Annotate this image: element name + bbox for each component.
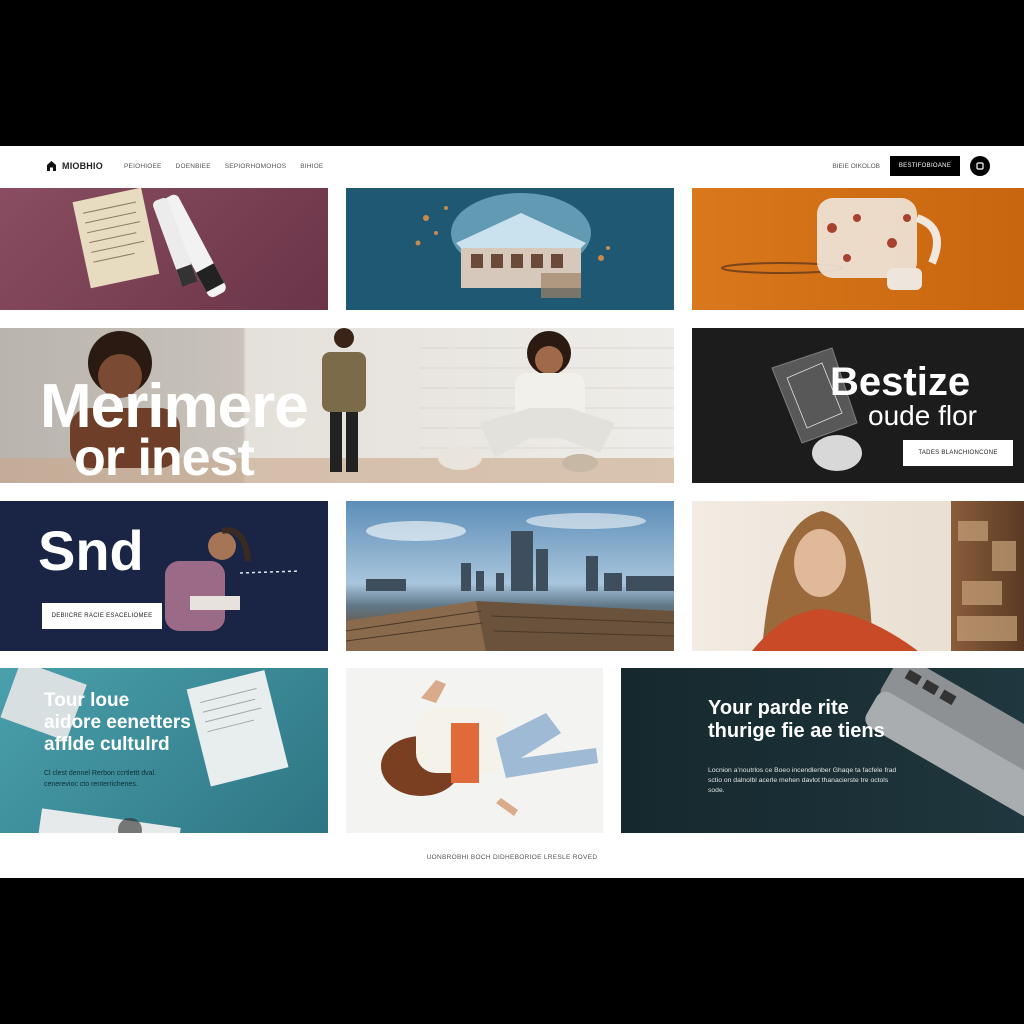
tile-house-photo[interactable] <box>346 188 674 310</box>
promo-dark-title-line2: oude flor <box>868 400 977 431</box>
tile-lying-woman-photo[interactable] <box>346 668 603 833</box>
promo-dark-banner[interactable]: Bestize oude flor TADES BLANCHIONCONE <box>692 328 1024 483</box>
dark-feature-card[interactable]: Your parde rite thurige fie ae tiens Loc… <box>621 668 1024 833</box>
footer-copyright: UONBROBHI BOCH DIDHEBORIOE LRESLE ROVED <box>426 854 598 861</box>
city-pier-image <box>346 513 674 651</box>
nav-link-3[interactable]: SEPIORHOMOHOS <box>225 163 286 170</box>
dark-card-body-line2: sctio on dalnolbl acerle mehen davlot th… <box>708 777 889 785</box>
teal-feature-card[interactable]: Tour loue aidore eenetters afflde cultul… <box>0 668 328 833</box>
brand-logo[interactable]: MIOBHIO <box>46 160 103 172</box>
dark-card-body-line1: Locnion a’noutrlos ce Boeo incendlenber … <box>708 767 897 774</box>
dark-card-body-line3: sode. <box>708 787 725 795</box>
promo-dark-button[interactable]: TADES BLANCHIONCONE <box>903 440 1013 466</box>
dark-card-headline-line2: thurige fie ae tiens <box>708 720 885 742</box>
dark-card-body: Locnion a’noutrlos ce Boeo incendlenber … <box>708 766 948 797</box>
nav-links: PEIOHIOEE DOENBIEE SEPIORHOMOHOS BIHIOE <box>124 163 323 170</box>
nav-actions: BIEIE OIKOLOB BESTIFOBIOANE <box>832 156 990 176</box>
tile-teapot-photo[interactable] <box>692 188 1024 310</box>
nav-secondary-link[interactable]: BIEIE OIKOLOB <box>832 163 880 170</box>
glass-teapot-image <box>721 198 941 290</box>
promo-navy-title: Snd <box>38 519 144 582</box>
teal-card-headline-line3: afflde cultulrd <box>44 733 170 755</box>
dark-card-headline: Your parde rite thurige fie ae tiens <box>708 697 885 743</box>
dark-card-headline-line1: Your parde rite <box>708 697 849 719</box>
brand-name: MIOBHIO <box>62 161 103 171</box>
top-nav: MIOBHIO PEIOHIOEE DOENBIEE SEPIORHOMOHOS… <box>0 146 1024 188</box>
home-icon <box>47 161 56 171</box>
tile-city-pier-photo[interactable] <box>346 501 674 651</box>
notebook-image <box>72 188 226 298</box>
promo-dark-title-line1: Bestize <box>830 360 971 404</box>
teal-card-body-line1: Cl clest dennel Rerbon ccrtlettt dval. <box>44 770 157 777</box>
teal-card-headline: Tour loue aidore eenetters afflde cultul… <box>44 690 191 756</box>
hero-headline-line2: or inest <box>74 429 255 483</box>
tile-notebook-photo[interactable] <box>0 188 328 310</box>
floating-house-image <box>415 193 610 298</box>
nav-cta-button[interactable]: BESTIFOBIOANE <box>890 156 960 176</box>
hero-banner[interactable]: Merimere or inest <box>0 328 674 483</box>
woman-portrait-image <box>752 511 1017 651</box>
lying-woman-image <box>381 680 598 816</box>
teal-card-body-line2: cenerevioc cto renterrichenes. <box>44 780 138 788</box>
square-icon <box>976 162 984 170</box>
nav-link-1[interactable]: PEIOHIOEE <box>124 163 162 170</box>
promo-navy-banner[interactable]: Snd DEBIICRE RACIE ESACELIOMEE <box>0 501 328 651</box>
nav-link-2[interactable]: DOENBIEE <box>176 163 211 170</box>
promo-navy-button[interactable]: DEBIICRE RACIE ESACELIOMEE <box>42 603 162 629</box>
nav-link-4[interactable]: BIHIOE <box>300 163 323 170</box>
tile-portrait-photo[interactable] <box>692 501 1024 651</box>
teal-card-headline-line1: Tour loue <box>44 690 130 711</box>
teal-card-headline-line2: aidore eenetters <box>44 711 191 733</box>
menu-button[interactable] <box>970 156 990 176</box>
web-page: MIOBHIO PEIOHIOEE DOENBIEE SEPIORHOMOHOS… <box>0 146 1024 878</box>
teal-card-body: Cl clest dennel Rerbon ccrtlettt dval. c… <box>44 769 156 790</box>
device-image <box>865 668 1024 819</box>
